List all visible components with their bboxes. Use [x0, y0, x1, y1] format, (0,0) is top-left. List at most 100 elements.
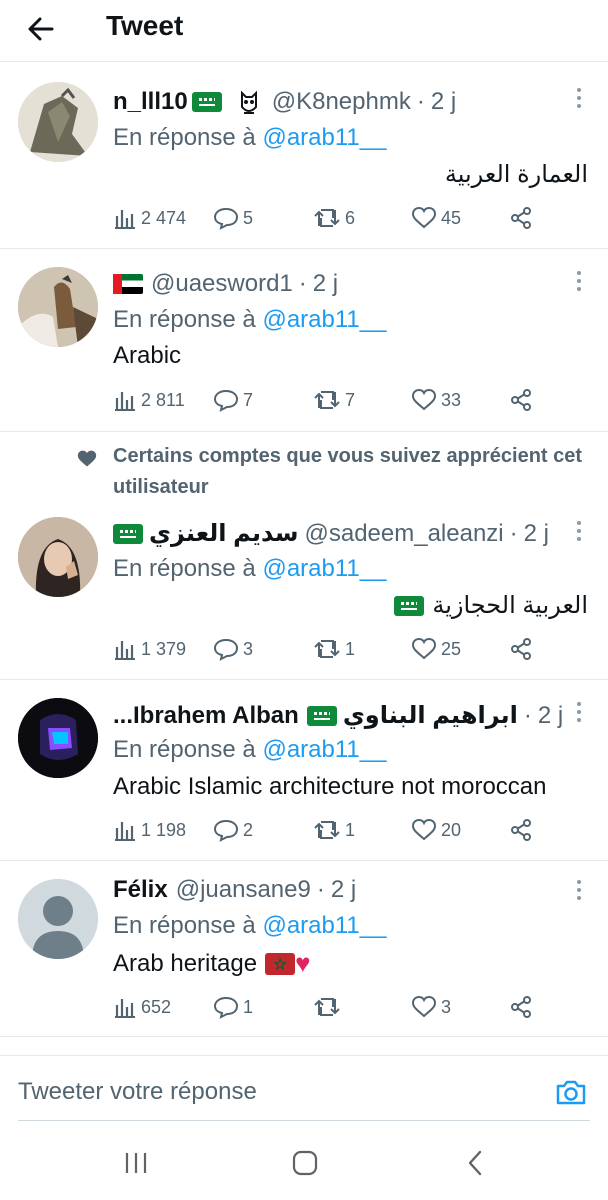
reply-button[interactable]: 7	[213, 385, 253, 415]
share-button[interactable]	[509, 385, 533, 415]
timestamp[interactable]: 2 j	[431, 88, 456, 116]
bar-chart-icon	[115, 392, 135, 411]
share-button[interactable]	[509, 815, 533, 845]
tweet-card[interactable]: ...Ibrahem Alban ابراهيم البناوي · 2 j E…	[0, 681, 608, 861]
mention-link[interactable]: @arab11__	[262, 912, 386, 939]
reply-count: 3	[243, 638, 254, 659]
reply-prefix: En réponse à	[113, 736, 256, 763]
saudi-flag-icon	[306, 705, 337, 726]
display-name[interactable]: n_lll10	[113, 88, 188, 116]
share-button[interactable]	[509, 992, 533, 1022]
like-count: 33	[441, 389, 462, 410]
home-icon[interactable]	[292, 1150, 318, 1176]
more-vertical-icon[interactable]	[574, 879, 584, 901]
arrow-left-icon[interactable]	[26, 14, 56, 44]
reply-button[interactable]: 3	[213, 634, 253, 664]
views-value: 652	[141, 996, 172, 1017]
tweet-card[interactable]: @uaesword1 · 2 j En réponse à @arab11__ …	[0, 250, 608, 432]
retweet-button[interactable]: 1	[313, 815, 355, 845]
views-count[interactable]: 1 198	[113, 815, 186, 845]
timestamp[interactable]: 2 j	[524, 520, 549, 548]
retweet-button[interactable]: 7	[313, 385, 355, 415]
heart-icon	[411, 995, 437, 1018]
user-handle[interactable]: @juansane9	[176, 876, 311, 904]
comment-icon	[213, 638, 239, 661]
avatar[interactable]	[18, 698, 98, 778]
display-name[interactable]: ...Ibrahem Alban	[113, 702, 299, 730]
retweet-count: 6	[345, 207, 356, 228]
timestamp[interactable]: 2 j	[538, 702, 563, 730]
separator-dot: ·	[509, 519, 518, 547]
display-name[interactable]: Félix	[113, 876, 168, 904]
like-button[interactable]: 45	[411, 203, 461, 233]
retweet-button[interactable]: 1	[313, 634, 355, 664]
timestamp[interactable]: 2 j	[313, 270, 338, 298]
user-handle[interactable]: @sadeem_aleanzi	[304, 520, 503, 548]
reply-button[interactable]: 5	[213, 203, 253, 233]
mention-link[interactable]: @arab11__	[262, 124, 386, 151]
share-button[interactable]	[509, 203, 533, 233]
avatar[interactable]	[18, 879, 98, 959]
like-button[interactable]: 20	[411, 815, 461, 845]
retweet-button[interactable]	[313, 992, 345, 1022]
like-button[interactable]: 25	[411, 634, 461, 664]
more-vertical-icon[interactable]	[574, 520, 584, 542]
reply-input[interactable]: Tweeter votre réponse	[18, 1078, 257, 1106]
tweet-text: Arabic	[113, 342, 182, 369]
user-handle[interactable]: @uaesword1	[151, 270, 293, 298]
views-count[interactable]: 2 811	[113, 385, 185, 415]
user-handle[interactable]: @K8nephmk	[272, 88, 411, 116]
reply-button[interactable]: 2	[213, 815, 253, 845]
camera-icon[interactable]	[555, 1078, 587, 1106]
timestamp[interactable]: 2 j	[331, 876, 356, 904]
reply-button[interactable]: 1	[213, 992, 253, 1022]
more-vertical-icon[interactable]	[574, 701, 584, 723]
separator-dot: ·	[316, 876, 325, 903]
reply-prefix: En réponse à	[113, 306, 256, 333]
chevron-left-icon[interactable]	[465, 1149, 485, 1177]
tweet-card[interactable]: سديم العنزي @sadeem_aleanzi · 2 j En rép…	[0, 500, 608, 680]
share-icon	[511, 996, 531, 1018]
tweet-text: Arabic Islamic architecture not moroccan	[113, 773, 547, 800]
action-bar: 1 198 2 1 20	[113, 815, 543, 845]
recent-apps-icon[interactable]	[124, 1151, 148, 1175]
share-button[interactable]	[509, 634, 533, 664]
more-vertical-icon[interactable]	[574, 270, 584, 292]
reply-prefix: En réponse à	[113, 912, 256, 939]
action-bar: 1 379 3 1 25	[113, 634, 543, 664]
like-count: 3	[441, 996, 452, 1017]
avatar[interactable]	[18, 82, 98, 162]
retweet-icon	[314, 998, 340, 1016]
display-name[interactable]: سديم العنزي	[149, 519, 298, 548]
tweet-card[interactable]: n_lll10 @K8nephmk · 2 j En réponse à @ar…	[0, 63, 608, 249]
display-name-arabic[interactable]: ابراهيم البناوي	[343, 701, 518, 730]
tweet-header: سديم العنزي @sadeem_aleanzi · 2 j	[113, 519, 549, 548]
retweet-count: 7	[345, 389, 356, 410]
like-button[interactable]: 33	[411, 385, 461, 415]
saudi-flag-icon	[191, 92, 222, 112]
more-vertical-icon[interactable]	[574, 87, 584, 109]
retweet-icon	[314, 209, 340, 227]
mention-link[interactable]: @arab11__	[262, 736, 386, 763]
avatar[interactable]	[18, 267, 98, 347]
bar-chart-icon	[115, 822, 135, 841]
views-count[interactable]: 652	[113, 992, 171, 1022]
heart-icon	[411, 818, 437, 841]
tweet-card[interactable]: Félix @juansane9 · 2 j En réponse à @ara…	[0, 862, 608, 1037]
reply-count: 1	[243, 996, 254, 1017]
views-count[interactable]: 2 474	[113, 203, 186, 233]
heart-icon	[411, 206, 437, 229]
retweet-icon	[314, 640, 340, 658]
retweet-icon	[314, 391, 340, 409]
bar-chart-icon	[115, 210, 135, 229]
comment-icon	[213, 819, 239, 842]
retweet-button[interactable]: 6	[313, 203, 355, 233]
mention-link[interactable]: @arab11__	[262, 306, 386, 333]
tweet-header: @uaesword1 · 2 j	[113, 270, 338, 298]
like-button[interactable]: 3	[411, 992, 451, 1022]
bar-chart-icon	[115, 999, 135, 1018]
mention-link[interactable]: @arab11__	[262, 555, 386, 582]
views-count[interactable]: 1 379	[113, 634, 186, 664]
avatar[interactable]	[18, 517, 98, 597]
views-value: 1 198	[141, 819, 187, 840]
